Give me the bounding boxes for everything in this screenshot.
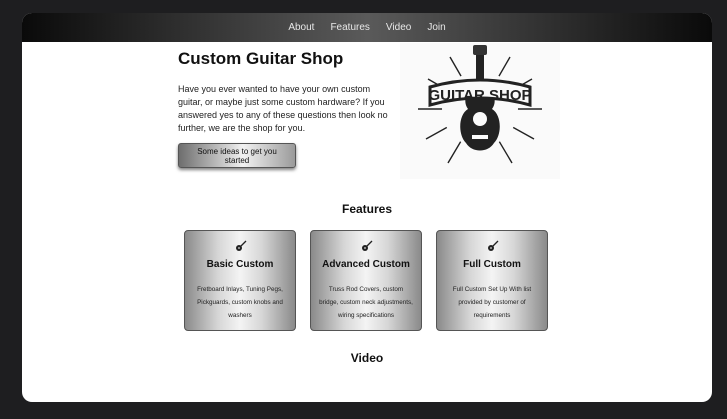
guitar-icon	[488, 240, 499, 251]
guitar-icon	[362, 240, 373, 251]
hero-title: Custom Guitar Shop	[178, 49, 344, 68]
feature-card-title: Basic Custom	[206, 259, 274, 270]
logo-graphic: GUITAR SHOP	[418, 45, 542, 164]
video-heading: Video	[350, 351, 384, 365]
nav-link-join[interactable]: Join	[419, 22, 453, 33]
nav-link-features[interactable]: Features	[322, 22, 377, 33]
nav-link-video[interactable]: Video	[378, 22, 419, 33]
feature-card-text: Fretboard Inlays, Tuning Pegs, Pickguard…	[197, 286, 283, 319]
feature-card-text: Truss Rod Covers, custom bridge, custom …	[319, 286, 413, 319]
browser-viewport: About Features Video Join Custom Guitar …	[22, 13, 712, 402]
feature-card-advanced: Advanced Custom Truss Rod Covers, custom…	[310, 230, 422, 331]
feature-card-title: Full Custom	[463, 259, 521, 270]
features-heading: Features	[341, 202, 393, 216]
feature-card-text: Full Custom Set Up With list provided by…	[452, 286, 532, 319]
nav-link-about[interactable]: About	[280, 22, 322, 33]
hero-text: Have you ever wanted to have your own cu…	[178, 84, 388, 133]
ideas-button[interactable]: Some ideas to get you started	[178, 143, 296, 168]
top-navbar: About Features Video Join	[22, 13, 712, 42]
feature-card-basic: Basic Custom Fretboard Inlays, Tuning Pe…	[184, 230, 296, 331]
guitar-shop-logo: GUITAR SHOP	[400, 43, 560, 179]
logo-text: GUITAR SHOP	[428, 87, 531, 104]
feature-card-full: Full Custom Full Custom Set Up With list…	[436, 230, 548, 331]
feature-card-title: Advanced Custom	[322, 259, 410, 270]
guitar-icon	[236, 240, 247, 251]
